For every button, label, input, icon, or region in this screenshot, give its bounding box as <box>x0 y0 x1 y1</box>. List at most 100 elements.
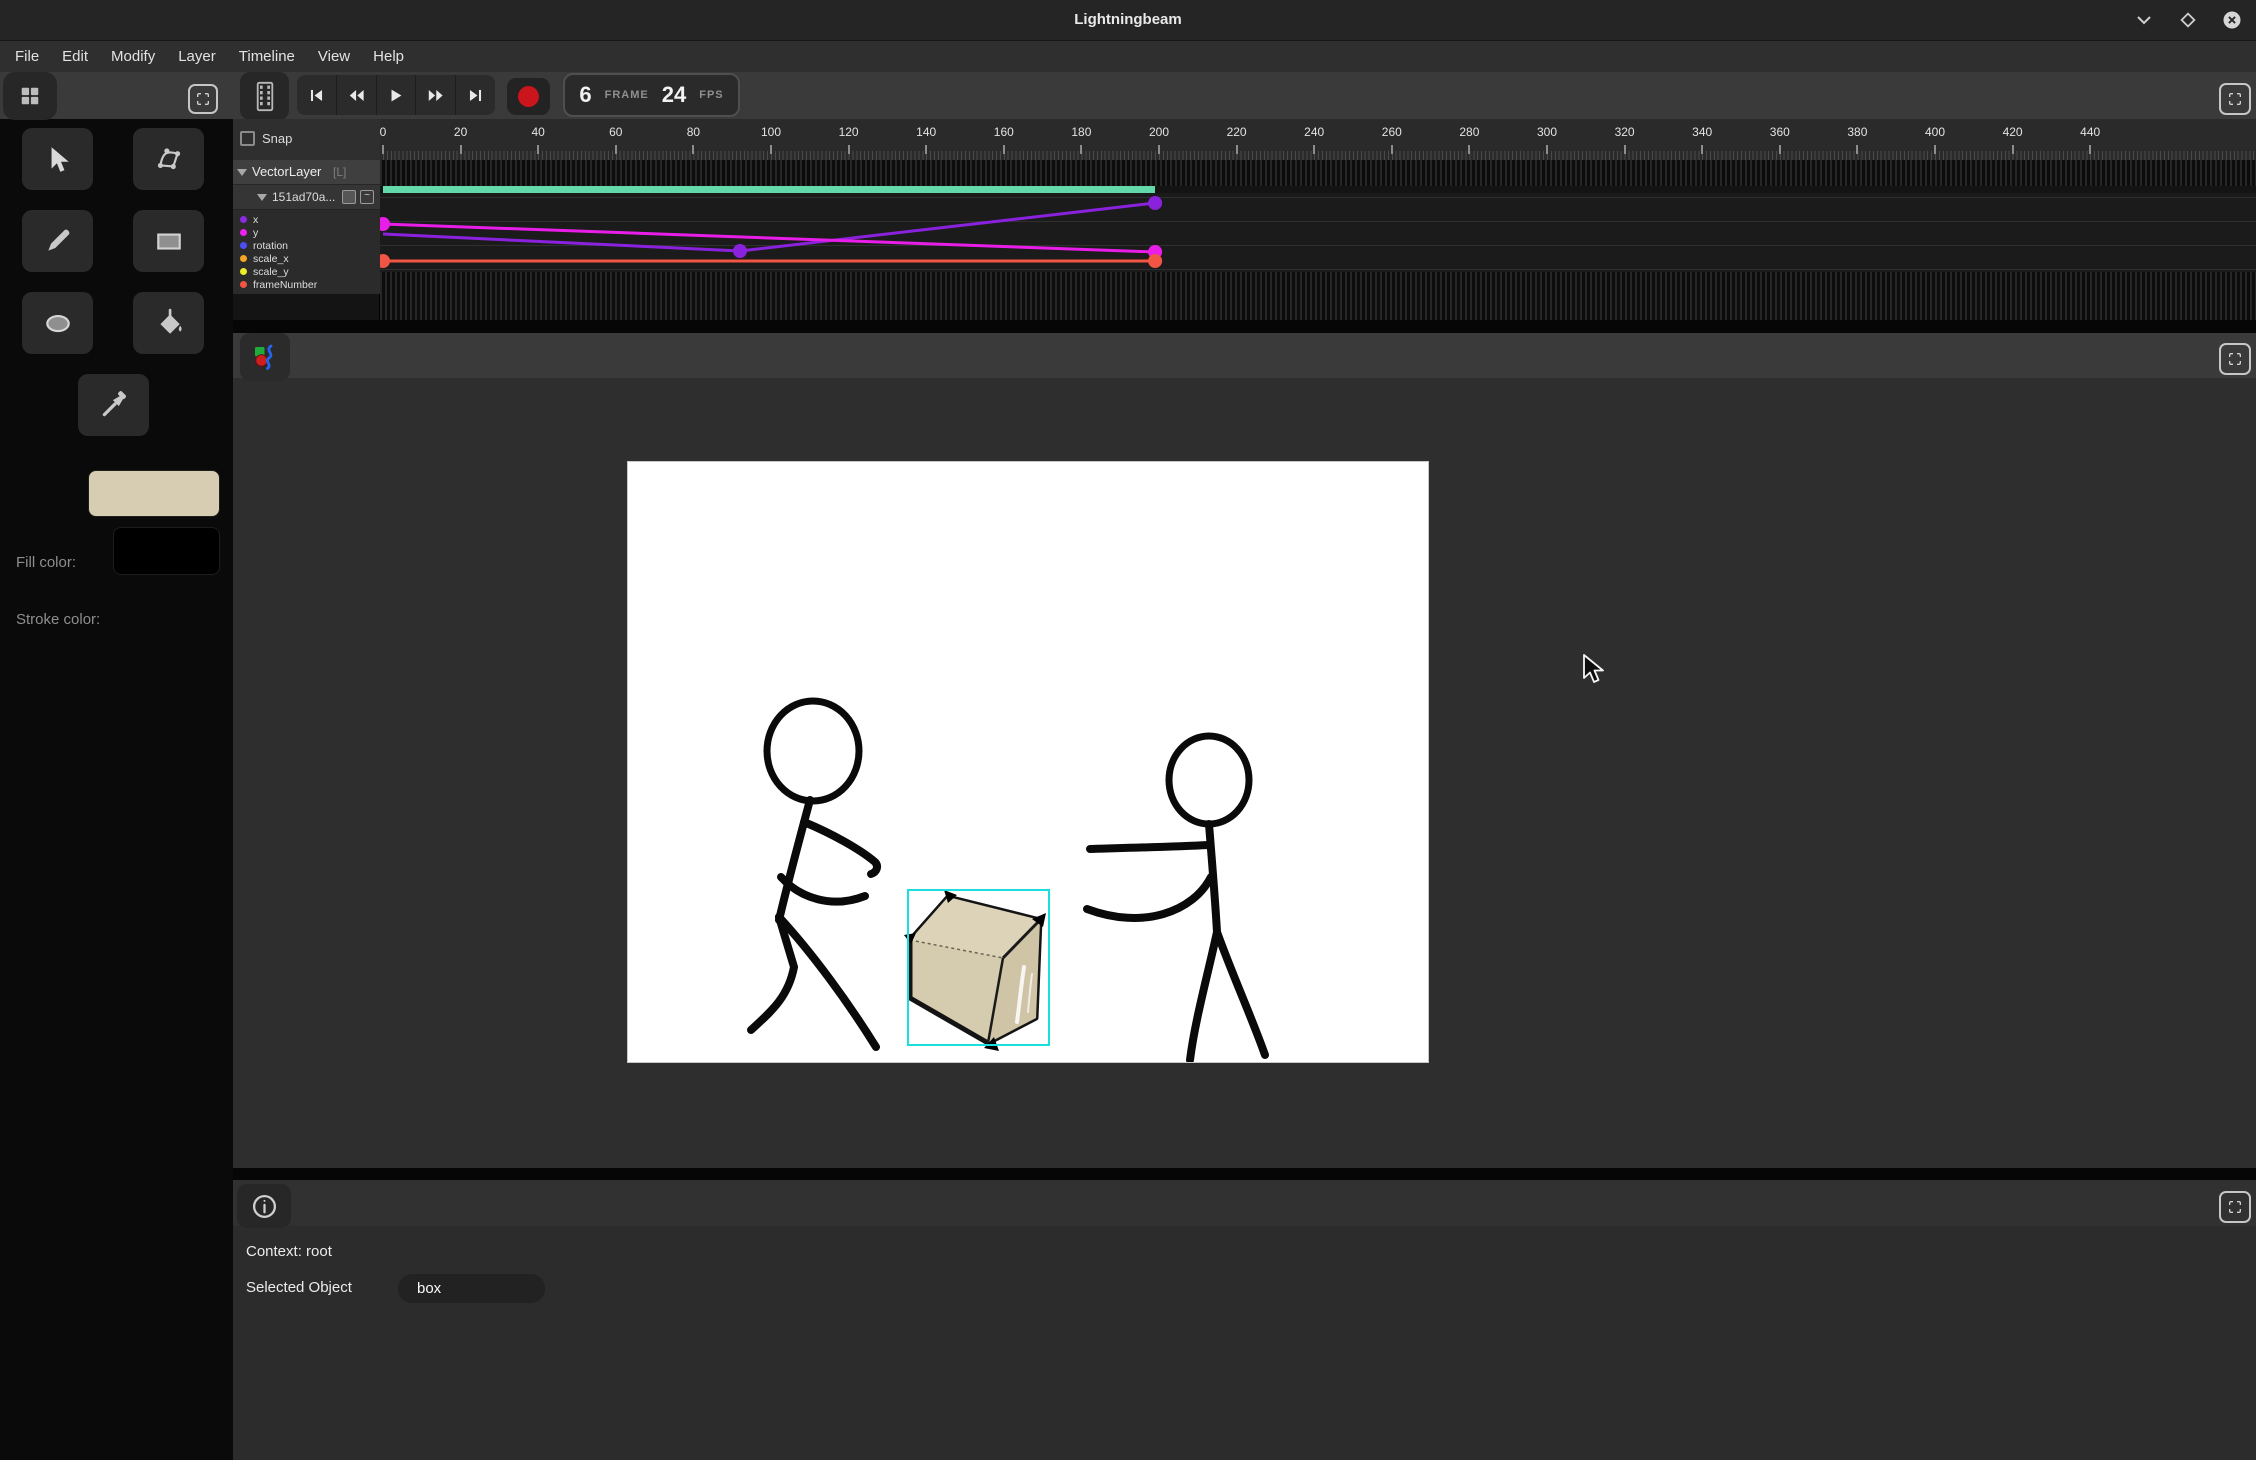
object-row[interactable]: 151ad70a... ~ <box>233 185 380 210</box>
skip-end-icon <box>466 86 485 105</box>
frame-fps-box: 6 FRAME 24 FPS <box>563 73 740 117</box>
ruler-tick <box>1158 145 1160 154</box>
collapse-triangle-icon[interactable] <box>237 169 247 176</box>
record-button[interactable] <box>507 78 550 115</box>
selected-object-field[interactable]: box <box>398 1274 545 1303</box>
fill-color-swatch[interactable] <box>88 470 220 517</box>
menu-item-timeline[interactable]: Timeline <box>236 46 298 67</box>
ruler-tick <box>692 145 694 154</box>
window-controls <box>2134 0 2242 40</box>
play-button[interactable] <box>377 75 417 115</box>
canvas-panel <box>233 333 2256 1168</box>
record-icon <box>518 86 539 107</box>
ruler-label-300: 300 <box>1537 125 1557 139</box>
skip-end-button[interactable] <box>456 75 495 115</box>
ruler-label-420: 420 <box>2003 125 2023 139</box>
selected-object-value: box <box>417 1280 441 1297</box>
timeline-ruler[interactable]: Snap 02040608010012014016018020022024026… <box>233 119 2256 160</box>
animation-stage[interactable] <box>628 462 1428 1062</box>
snap-checkbox[interactable] <box>240 131 255 146</box>
info-button[interactable] <box>237 1184 291 1228</box>
expand-icon <box>2227 351 2243 367</box>
fast-forward-button[interactable] <box>416 75 456 115</box>
mouse-cursor-icon <box>1583 654 1605 684</box>
ruler-label-60: 60 <box>609 125 622 139</box>
snap-zone: Snap <box>233 119 380 160</box>
ruler-tick <box>1624 145 1626 154</box>
ellipse-tool-button[interactable] <box>22 292 93 354</box>
timeline-header: 6 FRAME 24 FPS <box>233 72 2256 119</box>
canvas-tools-button[interactable] <box>240 333 290 381</box>
stroke-color-swatch[interactable] <box>113 527 220 575</box>
stick-figure-right[interactable] <box>1087 736 1265 1060</box>
ruler-tick <box>1391 145 1393 154</box>
menu-item-edit[interactable]: Edit <box>59 46 91 67</box>
ruler-label-340: 340 <box>1692 125 1712 139</box>
box-object[interactable] <box>904 890 1049 1051</box>
timeline-panel: 6 FRAME 24 FPS Snap 02040608010012014016… <box>233 72 2256 320</box>
paint-bucket-tool-button[interactable] <box>133 292 204 354</box>
transform-tool-button[interactable] <box>133 128 204 190</box>
close-button[interactable] <box>2222 10 2242 30</box>
collapse-triangle-icon[interactable] <box>257 194 267 201</box>
expand-icon <box>2227 91 2243 107</box>
minimize-button[interactable] <box>2134 10 2154 30</box>
eyedropper-icon <box>99 390 129 420</box>
ruler-label-240: 240 <box>1304 125 1324 139</box>
property-row-rotation[interactable]: rotation <box>233 239 380 252</box>
stick-figure-left[interactable] <box>751 701 877 1047</box>
property-row-scale_y[interactable]: scale_y <box>233 265 380 278</box>
ruler-label-140: 140 <box>916 125 936 139</box>
property-color-dot <box>240 216 247 223</box>
property-row-frameNumber[interactable]: frameNumber <box>233 278 380 291</box>
ruler-label-440: 440 <box>2080 125 2100 139</box>
menu-item-view[interactable]: View <box>315 46 353 67</box>
frame-label: FRAME <box>605 89 649 101</box>
property-row-x[interactable]: x <box>233 213 380 226</box>
ruler-label-380: 380 <box>1847 125 1867 139</box>
property-row-y[interactable]: y <box>233 226 380 239</box>
film-button[interactable] <box>240 72 289 120</box>
menu-item-layer[interactable]: Layer <box>175 46 219 67</box>
property-color-dot <box>240 268 247 275</box>
ruler-label-180: 180 <box>1071 125 1091 139</box>
ruler-minor-ticks <box>383 151 2256 160</box>
layer-badge: [L] <box>333 165 346 179</box>
titlebar: Lightningbeam <box>0 0 2256 41</box>
menu-item-help[interactable]: Help <box>370 46 407 67</box>
rectangle-tool-button[interactable] <box>133 210 204 272</box>
layer-extent-bar[interactable] <box>383 186 1155 193</box>
panel-grid-button[interactable] <box>3 72 57 120</box>
ruler-label-320: 320 <box>1615 125 1635 139</box>
object-name: 151ad70a... <box>272 190 335 204</box>
skip-start-button[interactable] <box>297 75 337 115</box>
tools-expand-button[interactable] <box>188 84 218 114</box>
rewind-button[interactable] <box>337 75 377 115</box>
ruler-tick <box>1080 145 1082 154</box>
property-name: y <box>253 227 258 239</box>
ruler-label-360: 360 <box>1770 125 1790 139</box>
transform-icon <box>154 144 184 174</box>
property-row-scale_x[interactable]: scale_x <box>233 252 380 265</box>
stroke-color-label: Stroke color: <box>16 611 100 628</box>
object-modifier-button[interactable]: ~ <box>360 190 374 204</box>
ruler-label-120: 120 <box>839 125 859 139</box>
pencil-tool-button[interactable] <box>22 210 93 272</box>
canvas-expand-button[interactable] <box>2219 343 2251 375</box>
playback-controls <box>297 75 495 115</box>
timeline-expand-button[interactable] <box>2219 83 2251 115</box>
object-visibility-button[interactable] <box>342 190 356 204</box>
maximize-button[interactable] <box>2178 10 2198 30</box>
property-name: scale_x <box>253 253 289 265</box>
menu-item-file[interactable]: File <box>12 46 42 67</box>
menu-item-modify[interactable]: Modify <box>108 46 158 67</box>
layer-row-vectorlayer[interactable]: VectorLayer [L] <box>233 160 380 185</box>
ruler-tick <box>1934 145 1936 154</box>
fast-forward-icon <box>426 86 445 105</box>
select-tool-button[interactable] <box>22 128 93 190</box>
track-zone[interactable] <box>380 160 2256 320</box>
eyedropper-tool-button[interactable] <box>78 374 149 436</box>
inspector-expand-button[interactable] <box>2219 1191 2251 1223</box>
ruler-tick <box>1468 145 1470 154</box>
ruler-tick <box>1779 145 1781 154</box>
